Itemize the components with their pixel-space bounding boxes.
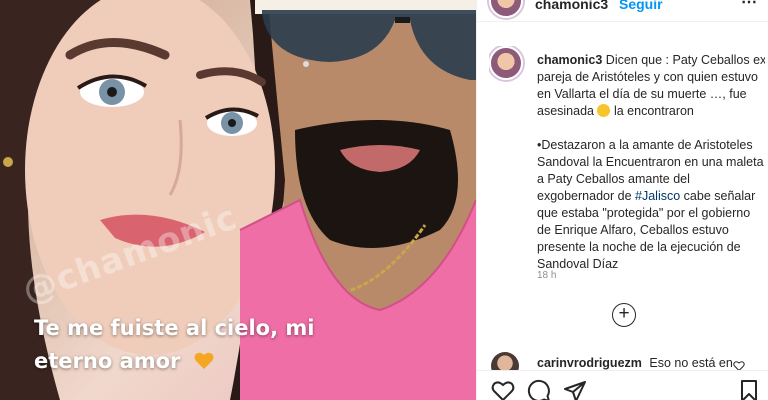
post-actions-bar: [477, 370, 768, 400]
post-photo[interactable]: @chamonic Te me fuiste al cielo, mi eter…: [0, 0, 476, 400]
follow-button[interactable]: Seguir: [619, 0, 663, 12]
heart-icon[interactable]: [491, 379, 515, 400]
more-options-button[interactable]: ⋯: [741, 0, 757, 12]
hashtag-link[interactable]: #Jalisco: [635, 189, 680, 203]
story-caption: Te me fuiste al cielo, mi eterno amor: [34, 312, 314, 378]
caption-username[interactable]: chamonic3: [537, 53, 602, 67]
caption-paragraph-2: •Destazaron a la amante de Aristoteles S…: [537, 137, 765, 273]
header-avatar[interactable]: [489, 0, 523, 18]
share-icon[interactable]: [563, 379, 587, 400]
commenter-username[interactable]: carinvrodriguezm: [537, 356, 642, 370]
caption-text-part-2: la encontraron: [613, 104, 694, 118]
post-caption: chamonic3 Dicen que : Paty Ceballos ex p…: [489, 46, 765, 296]
post-side-panel: chamonic3 Seguir ⋯ chamonic3 Dicen que :…: [476, 0, 768, 400]
caption-line-1: Te me fuiste al cielo, mi: [34, 316, 315, 340]
sad-face-icon: [597, 104, 611, 117]
load-more-comments-button[interactable]: +: [612, 303, 636, 327]
caption-paragraph-1: chamonic3 Dicen que : Paty Ceballos ex p…: [537, 52, 765, 120]
post-header: chamonic3 Seguir ⋯: [477, 0, 768, 22]
post-caption-text: chamonic3 Dicen que : Paty Ceballos ex p…: [537, 52, 765, 290]
post-timestamp: 18 h: [537, 270, 557, 281]
comment-text: carinvrodriguezm Eso no está en: [537, 356, 733, 370]
caption-line-2: eterno amor: [34, 345, 314, 378]
bookmark-icon[interactable]: [737, 379, 761, 400]
header-username[interactable]: chamonic3: [535, 0, 608, 12]
caption-line-2-text: eterno amor: [34, 349, 181, 373]
comment-icon[interactable]: [527, 379, 551, 400]
comment-body: Eso no está en: [649, 356, 733, 370]
caption-avatar[interactable]: [489, 46, 523, 80]
orange-heart-icon: [194, 352, 214, 369]
